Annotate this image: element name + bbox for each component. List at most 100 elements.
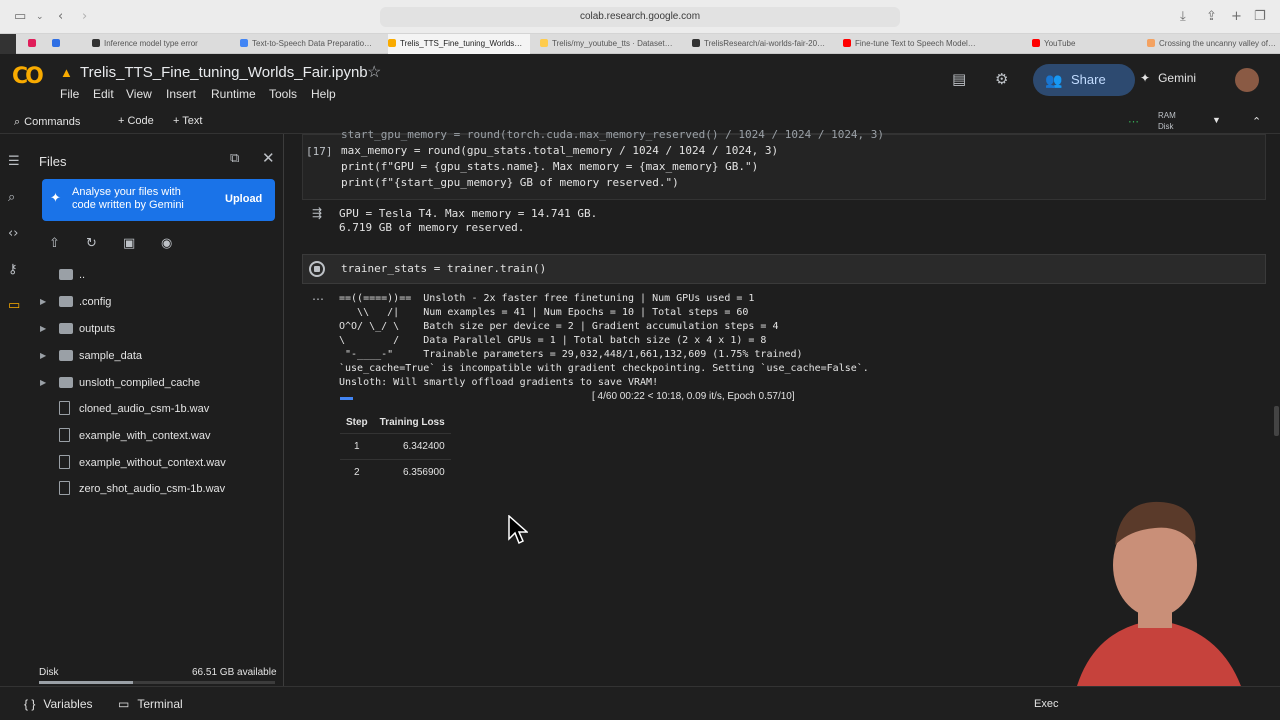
close-icon[interactable]: ✕ [262,149,275,167]
table-header-row: Step Training Loss [340,413,451,433]
notebook-title[interactable]: Trelis_TTS_Fine_tuning_Worlds_Fair.ipynb [80,64,368,81]
cell-code[interactable]: start_gpu_memory = round(torch.cuda.max_… [341,128,884,191]
new-window-icon[interactable]: ⧉ [230,150,239,166]
terminal-button[interactable]: ▭ Terminal [118,697,183,711]
comment-icon[interactable]: ▤ [952,70,966,88]
key-icon[interactable]: ⚷ [8,262,18,277]
share-button[interactable]: 👥 Share [1033,64,1135,96]
resource-monitor[interactable]: RAM Disk [1158,110,1176,132]
menu-tools[interactable]: Tools [269,87,297,101]
tab-uncanny-valley[interactable]: Crossing the uncanny valley of… [1147,34,1280,54]
tab-finetune-video[interactable]: Fine-tune Text to Speech Model… [843,34,988,54]
upload-file-icon[interactable]: ⇧ [49,236,60,251]
file-tree-row-example-with-context[interactable]: example_with_context.wav [32,423,284,449]
caret-right-icon[interactable]: ▶ [40,316,46,342]
log-line: Unsloth: Will smartly offload gradients … [339,377,659,388]
tab-overview-icon[interactable]: ❐ [1254,9,1266,24]
output-line: GPU = Tesla T4. Max memory = 14.741 GB. [339,207,598,220]
collapse-icon[interactable]: ⌃ [1252,115,1261,128]
step-cell: 2 [340,458,374,485]
people-icon: 👥 [1045,72,1063,88]
chevron-down-icon[interactable]: ⌄ [36,12,44,22]
pinned-tab-slack[interactable] [28,34,42,54]
file-tree-row-parent[interactable]: .. [32,262,284,288]
code-cell-train[interactable]: trainer_stats = trainer.train() [302,254,1266,284]
log-line: ==((====))== Unsloth - 2x faster free fi… [339,293,755,304]
add-text-button[interactable]: + Text [173,115,202,127]
upload-button[interactable]: Upload [225,193,262,205]
code-cell-17[interactable]: [17] start_gpu_memory = round(torch.cuda… [302,128,1266,200]
braces-icon: { } [24,697,36,711]
tab-inference[interactable]: Inference model type error [92,34,237,54]
folder-icon [59,296,73,307]
back-icon[interactable]: ‹ [58,9,63,24]
tab-dataset[interactable]: Trelis/my_youtube_tts · Dataset… [540,34,685,54]
avatar[interactable] [1235,68,1259,92]
new-tab-icon[interactable]: + [1231,9,1242,24]
tab-colab-notebook[interactable]: Trelis_TTS_Fine_tuning_Worlds… [388,34,530,54]
file-tree-row-outputs[interactable]: ▶ outputs [32,316,284,342]
url-text: colab.research.google.com [579,11,701,22]
file-tree-row-sample-data[interactable]: ▶ sample_data [32,343,284,369]
left-icon-rail: ☰ ⌕ ‹› ⚷ ▭ [0,134,32,686]
forward-icon[interactable]: › [82,9,87,24]
folder-icon[interactable]: ▭ [8,298,20,313]
gemini-card-text: Analyse your files with code written by … [72,186,184,211]
log-line: \\ /| Num examples = 41 | Num Epochs = 1… [339,307,749,318]
toc-icon[interactable]: ☰ [8,154,20,169]
menu-edit[interactable]: Edit [93,87,114,101]
gemini-button[interactable]: ✦ Gemini [1140,71,1196,85]
refresh-icon[interactable]: ↻ [86,236,97,251]
disk-usage-bar [39,681,275,684]
progress-fill [340,397,354,400]
star-icon[interactable]: ☆ [367,62,381,82]
commands-button[interactable]: ⌕ Commands [14,115,80,129]
execution-status[interactable]: Exec [1034,698,1058,710]
progress-text: [ 4/60 00:22 < 10:18, 0.09 it/s, Epoch 0… [592,391,795,402]
file-tree-row-unsloth-cache[interactable]: ▶ unsloth_compiled_cache [32,370,284,396]
gemini-card[interactable]: ✦ Analyse your files with code written b… [42,179,275,221]
menu-insert[interactable]: Insert [166,87,196,101]
pinned-tab-github[interactable] [0,34,16,54]
more-icon[interactable]: ⋯ [312,292,324,306]
tab-label: Fine-tune Text to Speech Model… [855,39,976,48]
sidebar-toggle-icon[interactable]: ▭ [14,9,26,24]
pinned-tab-app[interactable] [52,34,66,54]
cell-code[interactable]: trainer_stats = trainer.train() [341,261,546,277]
stop-run-icon[interactable] [309,261,325,277]
tab-github-repo[interactable]: TrelisResearch/ai-worlds-fair-20… [692,34,837,54]
file-tree-row-config[interactable]: ▶ .config [32,289,284,315]
column-header: Step [346,417,368,429]
file-tree-row-cloned-audio[interactable]: cloned_audio_csm-1b.wav [32,396,284,422]
caret-right-icon[interactable]: ▶ [40,289,46,315]
tab-youtube[interactable]: YouTube [1032,34,1142,54]
file-tree-row-example-without-context[interactable]: example_without_context.wav [32,450,284,476]
menu-help[interactable]: Help [311,87,336,101]
caret-right-icon[interactable]: ▶ [40,343,46,369]
loss-cell: 6.342400 [373,432,451,459]
share-browser-icon[interactable]: ⇪ [1206,9,1217,24]
file-name: example_with_context.wav [79,430,211,442]
code-snippets-icon[interactable]: ‹› [8,226,18,241]
caret-right-icon[interactable]: ▶ [40,370,46,396]
scrollbar[interactable] [1274,406,1279,436]
variables-button[interactable]: { } Variables [24,697,93,711]
tab-tts-data[interactable]: Text-to-Speech Data Preparatio… [240,34,385,54]
menu-view[interactable]: View [126,87,152,101]
add-code-button[interactable]: + Code [118,115,154,127]
tab-label: Trelis/my_youtube_tts · Dataset… [552,39,673,48]
connection-status-icon[interactable]: ⋯ [1128,115,1139,128]
drive-folder-icon[interactable]: ▣ [123,236,135,251]
colab-logo[interactable]: CO [12,64,44,89]
disk-usage-fill [39,681,134,684]
chevron-down-icon[interactable]: ▼ [1212,115,1221,125]
gear-icon[interactable]: ⚙ [995,70,1008,88]
eye-icon[interactable]: ◉ [161,236,172,251]
url-bar[interactable]: colab.research.google.com [380,7,900,27]
download-icon[interactable]: ⤓ [1180,9,1186,24]
output-icon[interactable]: ⇶ [312,206,322,220]
file-tree-row-zero-shot[interactable]: zero_shot_audio_csm-1b.wav [32,476,284,502]
find-icon[interactable]: ⌕ [8,190,15,205]
menu-file[interactable]: File [60,87,79,101]
menu-runtime[interactable]: Runtime [211,87,256,101]
